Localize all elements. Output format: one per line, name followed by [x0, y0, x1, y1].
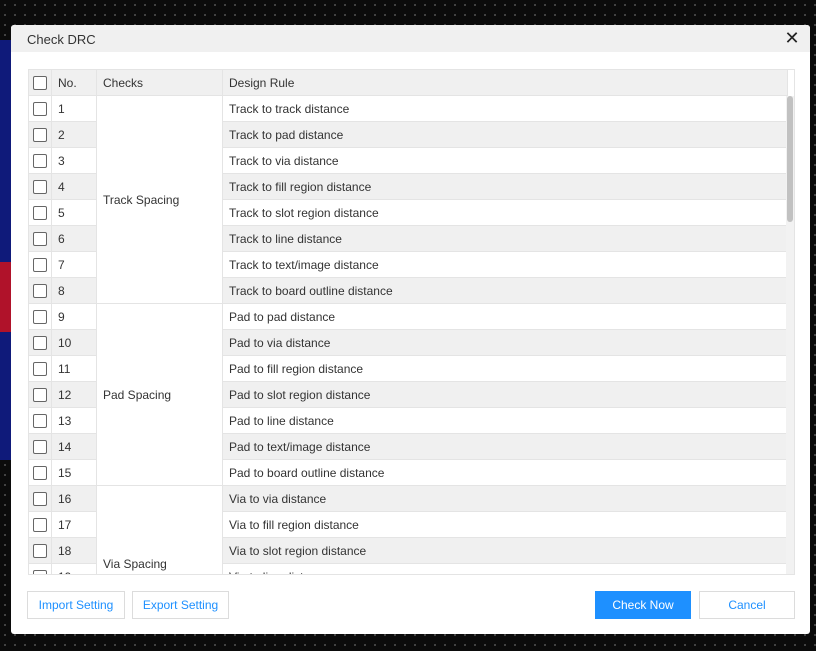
- row-checkbox[interactable]: [33, 387, 47, 402]
- export-setting-button[interactable]: Export Setting: [132, 591, 229, 619]
- row-design-rule: Pad to board outline distance: [223, 460, 788, 486]
- checks-group-cell: Pad Spacing: [97, 304, 223, 486]
- row-number: 11: [52, 356, 97, 382]
- row-design-rule: Via to slot region distance: [223, 538, 788, 564]
- row-number: 17: [52, 512, 97, 538]
- row-checkbox[interactable]: [33, 543, 47, 558]
- title-bar: Check DRC ✕: [11, 25, 810, 52]
- row-checkbox[interactable]: [33, 179, 47, 194]
- row-checkbox[interactable]: [33, 205, 47, 220]
- row-checkbox[interactable]: [33, 361, 47, 376]
- row-checkbox[interactable]: [33, 283, 47, 298]
- row-design-rule: Pad to slot region distance: [223, 382, 788, 408]
- row-checkbox[interactable]: [33, 569, 47, 574]
- drc-table: No. Checks Design Rule 1 Track to track …: [28, 69, 795, 575]
- row-checkbox[interactable]: [33, 153, 47, 168]
- row-checkbox[interactable]: [33, 439, 47, 454]
- row-checkbox[interactable]: [33, 231, 47, 246]
- row-design-rule: Via to line distance: [223, 564, 788, 574]
- row-design-rule: Pad to fill region distance: [223, 356, 788, 382]
- row-design-rule: Pad to text/image distance: [223, 434, 788, 460]
- row-number: 7: [52, 252, 97, 278]
- row-number: 5: [52, 200, 97, 226]
- checks-group-label: Track Spacing: [103, 192, 180, 207]
- row-design-rule: Track to track distance: [223, 96, 788, 122]
- row-design-rule: Pad to line distance: [223, 408, 788, 434]
- row-number: 19: [52, 564, 97, 574]
- row-checkbox[interactable]: [33, 309, 47, 324]
- row-checkbox[interactable]: [33, 465, 47, 480]
- dialog-title: Check DRC: [27, 32, 96, 47]
- row-checkbox[interactable]: [33, 413, 47, 428]
- row-checkbox[interactable]: [33, 491, 47, 506]
- row-number: 6: [52, 226, 97, 252]
- scrollbar-thumb[interactable]: [787, 96, 793, 222]
- row-number: 13: [52, 408, 97, 434]
- row-design-rule: Pad to via distance: [223, 330, 788, 356]
- row-number: 15: [52, 460, 97, 486]
- row-number: 14: [52, 434, 97, 460]
- checks-group-label: Pad Spacing: [103, 387, 172, 402]
- row-number: 18: [52, 538, 97, 564]
- row-number: 12: [52, 382, 97, 408]
- cancel-button[interactable]: Cancel: [699, 591, 795, 619]
- checks-group-cell: Track Spacing: [97, 96, 223, 304]
- background-pcb: [0, 40, 11, 460]
- scrollbar[interactable]: [786, 96, 794, 574]
- row-checkbox[interactable]: [33, 257, 47, 272]
- select-all-checkbox[interactable]: [33, 75, 47, 90]
- row-design-rule: Track to slot region distance: [223, 200, 788, 226]
- row-checkbox[interactable]: [33, 517, 47, 532]
- checks-group-cell: Via Spacing: [97, 486, 223, 574]
- header-no: No.: [52, 70, 97, 96]
- checks-group-label: Via Spacing: [103, 556, 167, 571]
- row-design-rule: Via to via distance: [223, 486, 788, 512]
- import-setting-button[interactable]: Import Setting: [27, 591, 125, 619]
- row-number: 16: [52, 486, 97, 512]
- check-now-button[interactable]: Check Now: [595, 591, 691, 619]
- row-number: 8: [52, 278, 97, 304]
- row-checkbox[interactable]: [33, 101, 47, 116]
- row-checkbox[interactable]: [33, 335, 47, 350]
- row-design-rule: Track to line distance: [223, 226, 788, 252]
- row-design-rule: Track to text/image distance: [223, 252, 788, 278]
- row-number: 4: [52, 174, 97, 200]
- row-design-rule: Track to pad distance: [223, 122, 788, 148]
- row-design-rule: Track to fill region distance: [223, 174, 788, 200]
- header-checks: Checks: [97, 70, 223, 96]
- row-number: 2: [52, 122, 97, 148]
- row-design-rule: Via to fill region distance: [223, 512, 788, 538]
- row-number: 10: [52, 330, 97, 356]
- table-header: No. Checks Design Rule: [29, 70, 788, 96]
- check-drc-dialog: Check DRC ✕ No. Checks Design Rule 1 Tra…: [11, 25, 810, 634]
- header-design-rule: Design Rule: [223, 70, 788, 96]
- row-number: 3: [52, 148, 97, 174]
- row-design-rule: Pad to pad distance: [223, 304, 788, 330]
- row-number: 1: [52, 96, 97, 122]
- row-design-rule: Track to via distance: [223, 148, 788, 174]
- row-design-rule: Track to board outline distance: [223, 278, 788, 304]
- row-checkbox[interactable]: [33, 127, 47, 142]
- close-icon[interactable]: ✕: [782, 28, 802, 48]
- row-number: 9: [52, 304, 97, 330]
